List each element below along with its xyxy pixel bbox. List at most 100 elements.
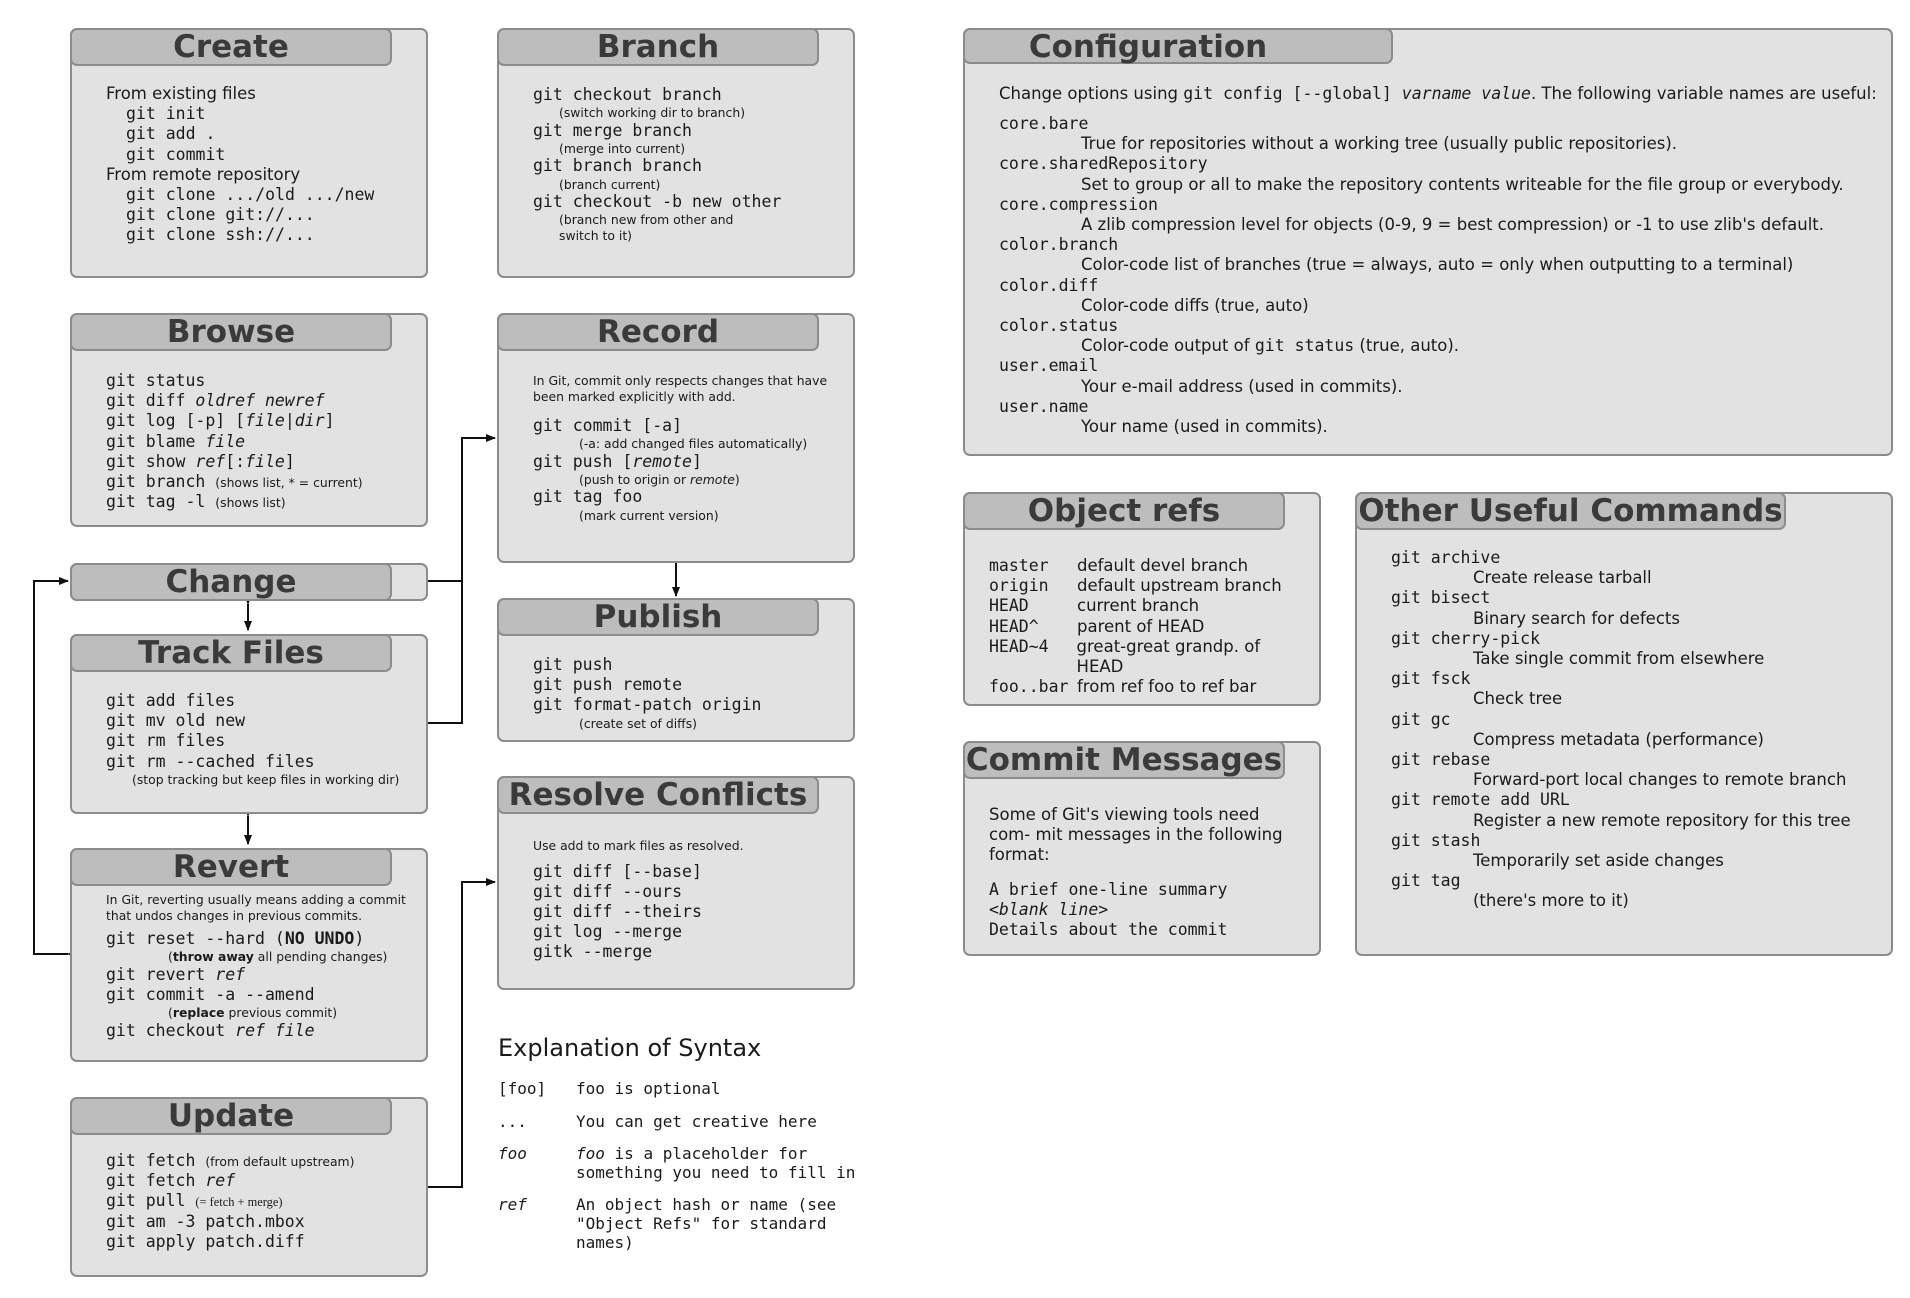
config-var-desc: Color-code list of branches (true = alwa… xyxy=(1081,255,1794,275)
objref-row: HEAD~4 great-great grandp. of HEAD xyxy=(989,636,1261,677)
objref-row: origin default upstream branch xyxy=(989,576,1282,596)
revert-cmd: git reset --hard (NO UNDO) xyxy=(106,929,365,948)
browse-cmd: git diff oldref newref xyxy=(106,391,325,411)
config-var-desc: Your e-mail address (used in commits). xyxy=(1081,376,1403,396)
config-var-name: core.bare xyxy=(999,114,1089,133)
branch-panel: Branch git checkout branch (switch worki… xyxy=(497,28,855,278)
objref-row: HEAD^ parent of HEAD xyxy=(989,616,1205,636)
record-cmd: git push [remote] xyxy=(533,451,702,471)
revert-intro: In Git, reverting usually means adding a… xyxy=(106,892,406,923)
create-remote-label: From remote repository xyxy=(106,164,301,184)
record-note: (mark current version) xyxy=(579,507,719,523)
resolve-cmd: git diff --ours xyxy=(533,881,683,901)
syntax-title: Explanation of Syntax xyxy=(498,1034,762,1062)
resolve-cmd: git diff --theirs xyxy=(533,901,702,921)
commit-messages-intro: Some of Git's viewing tools need com- mi… xyxy=(989,805,1283,865)
browse-cmd: git branch (shows list, * = current) xyxy=(106,472,363,492)
syntax-row: foo foo is a placeholder for something yo… xyxy=(498,1144,856,1182)
track-cmd: git mv old new xyxy=(106,711,246,731)
commit-format-line: <blank line> xyxy=(989,899,1109,919)
browse-cmd: git log [-p] [file|dir] xyxy=(106,411,335,431)
create-existing-label: From existing files xyxy=(106,84,256,103)
create-panel: Create From existing files git init git … xyxy=(70,28,428,278)
record-panel: Record In Git, commit only respects chan… xyxy=(497,313,855,563)
other-cmd: git stash xyxy=(1391,830,1481,850)
other-cmd-desc: Temporarily set aside changes xyxy=(1473,851,1724,871)
revert-note: (replace previous commit) xyxy=(168,1005,338,1021)
other-cmd: git bisect xyxy=(1391,588,1491,608)
config-var-desc: A zlib compression level for objects (0-… xyxy=(1081,215,1825,235)
objref-row: master default devel branch xyxy=(989,556,1249,575)
track-cmd: git add files xyxy=(106,691,236,710)
update-title: Update xyxy=(70,1097,392,1135)
config-intro: Change options using git config [--globa… xyxy=(999,84,1877,103)
record-intro: In Git, commit only respects changes tha… xyxy=(533,373,828,404)
other-cmd-desc: Register a new remote repository for thi… xyxy=(1473,810,1851,830)
revert-cmd: git revert ref xyxy=(106,964,246,984)
other-cmd: git gc xyxy=(1391,709,1451,729)
track-note: (stop tracking but keep files in working… xyxy=(132,771,400,787)
create-title: Create xyxy=(70,28,392,66)
branch-cmd: git checkout branch xyxy=(533,85,722,104)
create-cmd: git add . xyxy=(126,124,216,144)
change-panel: Change xyxy=(70,563,428,601)
syntax-row: ref An object hash or name (see "Object R… xyxy=(498,1195,837,1252)
other-cmd-desc: (there's more to it) xyxy=(1473,891,1629,911)
browse-cmd: git tag -l (shows list) xyxy=(106,492,286,512)
config-var-name: color.diff xyxy=(999,275,1099,295)
config-var-name: color.status xyxy=(999,316,1119,336)
record-title: Record xyxy=(497,313,819,351)
publish-cmd: git push remote xyxy=(533,675,683,695)
browse-cmd: git blame file xyxy=(106,431,246,451)
other-cmd: git rebase xyxy=(1391,750,1491,770)
publish-cmd: git push xyxy=(533,655,613,674)
config-var-desc: Your name (used in commits). xyxy=(1081,417,1328,437)
other-cmd-desc: Create release tarball xyxy=(1473,568,1652,588)
update-cmd: git apply patch.diff xyxy=(106,1231,305,1251)
resolve-cmd: gitk --merge xyxy=(533,942,653,962)
arrow-change-to-record xyxy=(427,434,496,582)
revert-cmd: git checkout ref file xyxy=(106,1020,315,1040)
configuration-panel: Configuration Change options using git c… xyxy=(963,28,1893,456)
config-var-name: color.branch xyxy=(999,235,1119,255)
revert-cmd: git commit -a --amend xyxy=(106,984,315,1004)
resolve-conflicts-panel: Resolve Conflicts Use add to mark files … xyxy=(497,776,855,990)
arrow-revert-change-loop xyxy=(33,577,77,958)
create-cmd: git init xyxy=(126,104,206,124)
config-var-name: core.compression xyxy=(999,194,1158,214)
config-var-desc: Color-code output of git status (true, a… xyxy=(1081,336,1460,356)
other-commands-title: Other Useful Commands xyxy=(1355,492,1786,530)
other-cmd-desc: Compress metadata (performance) xyxy=(1473,729,1764,749)
publish-title: Publish xyxy=(497,598,819,636)
branch-note: (branch new from other and switch to it) xyxy=(559,212,734,243)
branch-cmd: git branch branch xyxy=(533,156,702,176)
other-cmd: git remote add URL xyxy=(1391,790,1570,810)
syntax-legend: Explanation of Syntax [foo] foo is option… xyxy=(498,1034,868,1252)
line-track-to-record xyxy=(427,581,463,724)
publish-panel: Publish git push git push remote git for… xyxy=(497,598,855,742)
resolve-cmd: git log --merge xyxy=(533,922,683,942)
create-cmd: git commit xyxy=(126,144,226,164)
other-cmd-desc: Forward-port local changes to remote bra… xyxy=(1473,770,1847,790)
revert-note: (throw away all pending changes) xyxy=(168,949,388,965)
record-note: (push to origin or remote) xyxy=(579,471,740,487)
revert-panel: Revert In Git, reverting usually means a… xyxy=(70,848,428,1062)
other-cmd-desc: Check tree xyxy=(1473,689,1563,709)
branch-cmd: git checkout -b new other xyxy=(533,192,782,212)
record-note: (-a: add changed files automatically) xyxy=(579,436,808,452)
update-cmd: git am -3 patch.mbox xyxy=(106,1211,305,1231)
record-cmd: git tag foo xyxy=(533,487,643,507)
objref-row: HEAD current branch xyxy=(989,596,1200,616)
object-refs-panel: Object refs master default devel branch o… xyxy=(963,492,1321,706)
resolve-conflicts-title: Resolve Conflicts xyxy=(497,776,819,814)
other-cmd: git cherry-pick xyxy=(1391,628,1541,648)
create-cmd: git clone ssh://... xyxy=(126,225,315,245)
config-var-desc: Set to group or all to make the reposito… xyxy=(1081,174,1844,194)
other-cmd-desc: Binary search for defects xyxy=(1473,608,1680,628)
object-refs-title: Object refs xyxy=(963,492,1285,530)
commit-format-line: A brief one-line summary xyxy=(989,879,1228,899)
branch-cmd: git merge branch xyxy=(533,120,692,140)
other-cmd-desc: Take single commit from elsewhere xyxy=(1473,649,1765,669)
other-cmd: git tag xyxy=(1391,871,1461,891)
config-var-name: core.sharedRepository xyxy=(999,154,1208,174)
